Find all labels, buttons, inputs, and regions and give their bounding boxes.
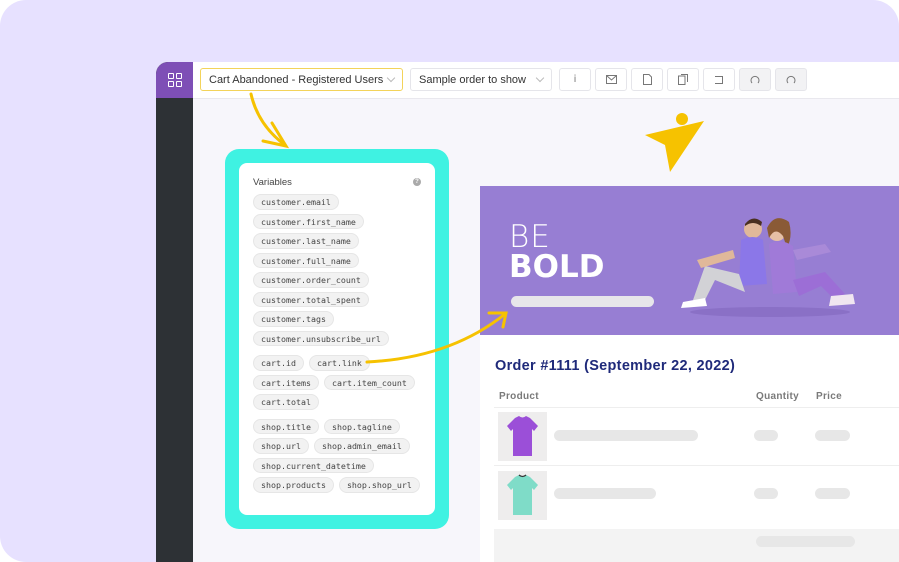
variable-chip[interactable]: cart.items (253, 374, 319, 390)
undo-button[interactable] (739, 68, 771, 91)
tshirt-icon (507, 474, 538, 515)
table-divider (494, 407, 899, 408)
price-placeholder (815, 488, 850, 499)
variable-chip[interactable]: cart.total (253, 394, 319, 410)
variable-chip[interactable]: customer.last_name (253, 233, 359, 249)
price-placeholder (815, 430, 850, 441)
column-header-product: Product (499, 391, 539, 402)
quantity-placeholder (754, 488, 778, 499)
column-header-quantity: Quantity (756, 391, 799, 402)
chevron-down-icon (386, 73, 396, 83)
copy-icon (678, 74, 688, 85)
shop-variables: shop.title shop.tagline shop.url shop.ad… (253, 418, 421, 493)
tshirt-icon (507, 416, 538, 456)
column-header-price: Price (816, 391, 842, 402)
chevron-down-icon (535, 73, 545, 83)
customer-variables: customer.email customer.first_name custo… (253, 194, 421, 346)
template-select-value: Cart Abandoned - Registered Users (209, 73, 384, 86)
variable-chip[interactable]: shop.url (253, 438, 309, 454)
variables-panel: Variables ? customer.email customer.firs… (239, 163, 435, 515)
sample-order-select-value: Sample order to show (419, 73, 526, 86)
hero-text-placeholder (511, 296, 654, 307)
variable-chip[interactable]: cart.link (308, 355, 370, 371)
document-icon (642, 74, 652, 85)
info-button[interactable]: i (559, 68, 591, 91)
redo-button[interactable] (775, 68, 807, 91)
variable-chip[interactable]: customer.full_name (253, 252, 359, 268)
send-email-button[interactable] (595, 68, 627, 91)
info-icon: i (573, 74, 577, 85)
variable-chip[interactable]: cart.id (253, 355, 304, 371)
variable-chip[interactable]: customer.email (253, 194, 339, 210)
document-button[interactable] (631, 68, 663, 91)
variable-chip[interactable]: cart.item_count (323, 374, 415, 390)
cart-variables: cart.id cart.link cart.items cart.item_c… (253, 355, 421, 410)
apps-menu-button[interactable] (156, 62, 193, 98)
email-preview: BE BOLD Order #1111 (September 22, 2022)… (480, 186, 899, 562)
product-thumbnail (498, 471, 547, 520)
help-icon[interactable]: ? (413, 178, 421, 186)
variable-chip[interactable]: shop.shop_url (338, 477, 420, 493)
template-select[interactable]: Cart Abandoned - Registered Users (200, 68, 403, 91)
table-divider (494, 465, 899, 466)
product-thumbnail (498, 412, 547, 461)
variable-chip[interactable]: customer.total_spent (253, 291, 369, 307)
variable-chip[interactable]: shop.tagline (323, 418, 400, 434)
total-placeholder (756, 536, 855, 547)
variable-chip[interactable]: customer.first_name (253, 213, 364, 229)
exit-button[interactable] (703, 68, 735, 91)
variable-chip[interactable]: shop.current_datetime (253, 457, 374, 473)
sample-order-select[interactable]: Sample order to show (410, 68, 552, 91)
order-title: Order #1111 (September 22, 2022) (495, 358, 736, 374)
toolbar: Cart Abandoned - Registered Users Sample… (193, 62, 899, 99)
variables-panel-highlight: Variables ? customer.email customer.firs… (225, 149, 449, 529)
variable-chip[interactable]: shop.products (253, 477, 334, 493)
variable-chip[interactable]: customer.order_count (253, 272, 369, 288)
exit-icon (715, 75, 723, 84)
product-name-placeholder (554, 488, 656, 499)
grid-icon (167, 73, 182, 87)
duplicate-button[interactable] (667, 68, 699, 91)
undo-icon (750, 75, 760, 83)
order-totals-section (494, 529, 899, 562)
quantity-placeholder (754, 430, 778, 441)
variable-chip[interactable]: customer.unsubscribe_url (253, 330, 389, 346)
hero-heading-line2: BOLD (509, 249, 605, 285)
variables-title: Variables (253, 176, 292, 188)
redo-icon (786, 75, 796, 83)
envelope-icon (605, 75, 617, 84)
variable-chip[interactable]: shop.title (253, 418, 319, 434)
product-name-placeholder (554, 430, 698, 441)
sidebar-rail (156, 62, 193, 562)
hero-photo (681, 218, 855, 317)
variable-chip[interactable]: customer.tags (253, 311, 334, 327)
variable-chip[interactable]: shop.admin_email (313, 438, 410, 454)
hero-banner: BE BOLD (480, 186, 899, 335)
